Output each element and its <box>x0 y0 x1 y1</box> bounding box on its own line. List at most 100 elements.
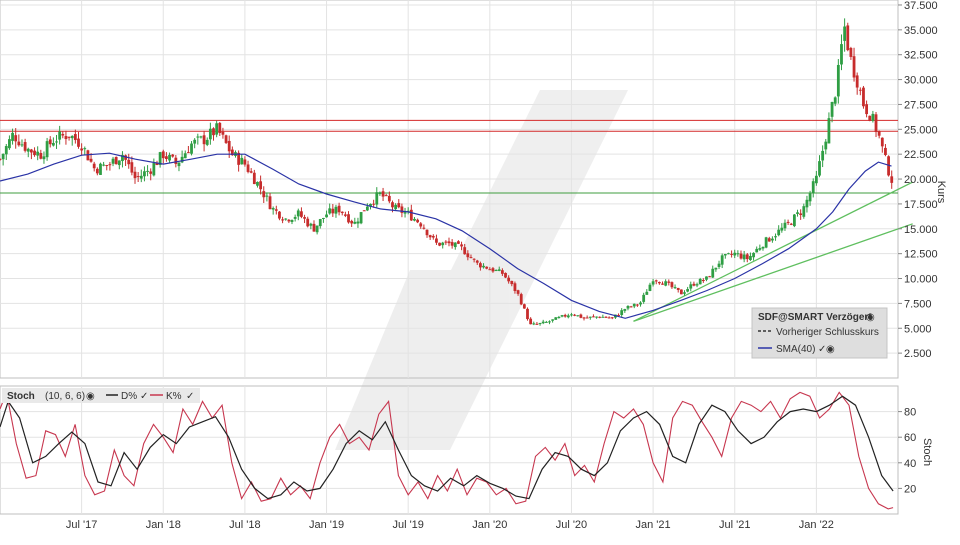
candle-body <box>152 163 156 176</box>
candle-body <box>871 113 875 121</box>
candle-body <box>786 221 790 223</box>
price-legend: SDF@SMART Verzögert ◉ Vorheriger Schluss… <box>751 307 888 359</box>
candle-body <box>698 278 702 285</box>
candle-body <box>563 314 567 317</box>
candle-body <box>494 270 498 272</box>
candle-body <box>821 150 825 161</box>
candle-body <box>830 102 834 117</box>
candle-body <box>403 212 407 214</box>
candle-body <box>519 294 523 305</box>
candle-body <box>654 280 658 282</box>
candle-body <box>416 219 420 223</box>
legend-entry-previous-close: Vorheriger Schlusskurs <box>776 327 879 338</box>
candle-body <box>610 317 614 319</box>
candle-body <box>632 303 636 307</box>
candle-body <box>453 242 457 248</box>
candle-body <box>17 141 21 146</box>
trend-line <box>633 223 913 322</box>
candle-body <box>340 211 344 214</box>
candle-body <box>199 136 203 138</box>
candle-body <box>174 157 178 164</box>
candle-body <box>243 159 247 165</box>
candle-body <box>884 147 887 155</box>
candle-body <box>80 148 84 151</box>
settings-icon[interactable]: ◉ <box>826 344 835 355</box>
candle-body <box>347 214 350 223</box>
x-tick-label: Jan '22 <box>799 519 834 531</box>
stoch-title: Stoch <box>7 391 35 402</box>
x-tick-label: Jul '17 <box>66 519 97 531</box>
candle-body <box>570 314 573 316</box>
candle-body <box>303 217 306 219</box>
candle-body <box>438 242 441 246</box>
candle-body <box>208 128 212 140</box>
candle-body <box>318 219 322 227</box>
candle-body <box>130 162 134 173</box>
check-icon[interactable]: ✓ <box>186 391 194 402</box>
candle-body <box>353 221 357 224</box>
candle-body <box>400 206 404 213</box>
candle-body <box>579 314 583 318</box>
candle-body <box>67 136 71 138</box>
candle-body <box>259 181 263 190</box>
candle-body <box>215 123 219 135</box>
candle-body <box>278 211 281 219</box>
settings-icon[interactable]: ◉ <box>866 312 875 323</box>
candle-body <box>431 235 435 238</box>
candle-body <box>136 176 140 178</box>
candle-body <box>460 244 463 247</box>
x-tick-label: Jan '20 <box>472 519 507 531</box>
candle-body <box>343 214 347 216</box>
candle-body <box>11 132 14 141</box>
chart-stage: 2.500 5.000 7.500 10.000 12.500 15.000 17.500 2… <box>0 0 960 540</box>
candle-body <box>284 218 288 220</box>
candle-body <box>733 252 737 256</box>
candle-body <box>836 64 840 97</box>
settings-icon[interactable]: ◉ <box>86 391 95 402</box>
candle-body <box>469 257 473 259</box>
candle-body <box>852 56 856 78</box>
candle-body <box>742 254 746 260</box>
candle-body <box>764 237 768 248</box>
candle-body <box>701 280 705 282</box>
candle-body <box>397 203 401 208</box>
candle-body <box>271 208 275 210</box>
candle-body <box>833 97 837 104</box>
candle-body <box>64 136 68 140</box>
trend-line <box>633 181 913 322</box>
candle-body <box>425 229 429 236</box>
candle-body <box>51 142 55 146</box>
candle-body <box>165 156 168 159</box>
candle-body <box>114 156 118 165</box>
candle-body <box>300 211 303 217</box>
candle-body <box>573 314 576 316</box>
candle-body <box>475 260 479 263</box>
candle-body <box>413 218 416 221</box>
price-tick-label: 10.000 <box>904 274 938 286</box>
candle-body <box>661 283 664 285</box>
price-tick-label: 30.000 <box>904 75 938 87</box>
candle-body <box>582 317 586 319</box>
candle-body <box>95 168 99 174</box>
price-tick-label: 22.500 <box>904 149 938 161</box>
candle-body <box>334 206 338 214</box>
check-icon[interactable]: ✓ <box>140 391 148 402</box>
candle-body <box>183 153 187 159</box>
candle-body <box>846 25 850 51</box>
candle-body <box>736 253 740 255</box>
candle-body <box>55 141 58 143</box>
candle-body <box>601 316 605 318</box>
candle-body <box>780 227 784 231</box>
candle-body <box>799 213 803 216</box>
candle-body <box>450 242 454 246</box>
candle-body <box>186 152 190 154</box>
candle-body <box>620 310 624 315</box>
price-tick-label: 27.500 <box>904 99 938 111</box>
stoch-k-label: K% <box>166 391 182 402</box>
candle-body <box>548 321 551 323</box>
candle-body <box>190 143 193 154</box>
candle-body <box>554 317 558 320</box>
candle-body <box>745 254 749 260</box>
candle-body <box>657 282 661 284</box>
candle-body <box>139 175 143 179</box>
